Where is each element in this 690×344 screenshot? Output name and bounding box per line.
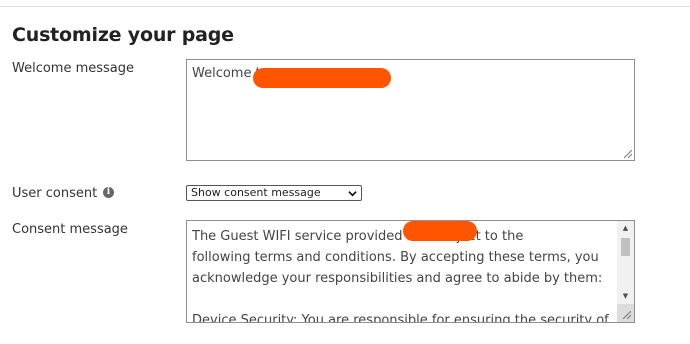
- consent-message-label: Consent message: [12, 222, 128, 237]
- resize-grip-icon[interactable]: [623, 311, 631, 319]
- top-divider: [0, 6, 690, 7]
- consent-message-textarea[interactable]: The Guest WIFI service provided b is sub…: [186, 220, 635, 323]
- vertical-scrollbar[interactable]: ▲ ▼: [617, 221, 634, 322]
- welcome-message-label: Welcome message: [12, 61, 135, 76]
- consent-message-text: The Guest WIFI service provided b is sub…: [192, 229, 609, 323]
- redaction-mark: [403, 221, 477, 241]
- user-consent-label: User consent: [12, 186, 98, 201]
- info-icon[interactable]: i: [103, 187, 114, 198]
- scroll-up-arrow-icon[interactable]: ▲: [617, 221, 634, 235]
- customize-page: Customize your page Welcome message Welc…: [0, 0, 690, 344]
- user-consent-select[interactable]: Show consent message: [186, 185, 362, 201]
- chevron-down-icon: [348, 191, 357, 197]
- resize-grip-icon[interactable]: [624, 150, 632, 158]
- page-title: Customize your page: [12, 24, 234, 46]
- welcome-message-value: Welcome t: [192, 66, 261, 81]
- user-consent-selected-value: Show consent message: [191, 186, 321, 199]
- welcome-message-textarea[interactable]: Welcome t: [186, 59, 635, 161]
- redaction-mark: [253, 68, 391, 88]
- scroll-down-arrow-icon[interactable]: ▼: [617, 289, 634, 303]
- scrollbar-corner: [617, 304, 634, 322]
- scrollbar-thumb[interactable]: [621, 238, 630, 256]
